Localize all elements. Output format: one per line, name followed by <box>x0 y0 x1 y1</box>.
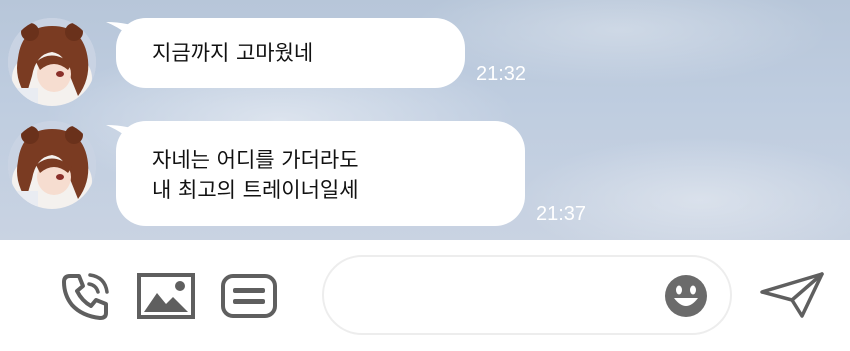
message-input[interactable] <box>350 279 654 313</box>
message-template-icon[interactable] <box>221 274 277 322</box>
composer-bar <box>0 240 850 351</box>
message-timestamp: 21:32 <box>476 63 527 85</box>
avatar[interactable] <box>8 18 96 106</box>
phone-icon[interactable] <box>60 270 112 326</box>
message-bubble[interactable]: 지금까지 고마웠네 <box>106 18 465 88</box>
message-bubble[interactable]: 자네는 어디를 가더라도 내 최고의 트레이너일세 <box>106 121 525 226</box>
emoji-icon[interactable] <box>664 274 708 322</box>
send-icon[interactable] <box>758 270 826 324</box>
avatar[interactable] <box>8 121 96 209</box>
chat-area: 지금까지 고마웠네 21:32 자네는 어디를 가더라도 내 최고의 트레이너일… <box>0 0 850 240</box>
message-input-box[interactable] <box>322 255 732 335</box>
message-text-line: 내 최고의 트레이너일세 <box>152 178 359 202</box>
image-icon[interactable] <box>137 273 195 323</box>
message-text: 지금까지 고마웠네 <box>152 41 314 65</box>
message-text-line: 자네는 어디를 가더라도 <box>152 148 359 172</box>
message-timestamp: 21:37 <box>536 203 587 225</box>
bubble-tail <box>106 125 142 151</box>
bubble-tail <box>106 22 142 48</box>
